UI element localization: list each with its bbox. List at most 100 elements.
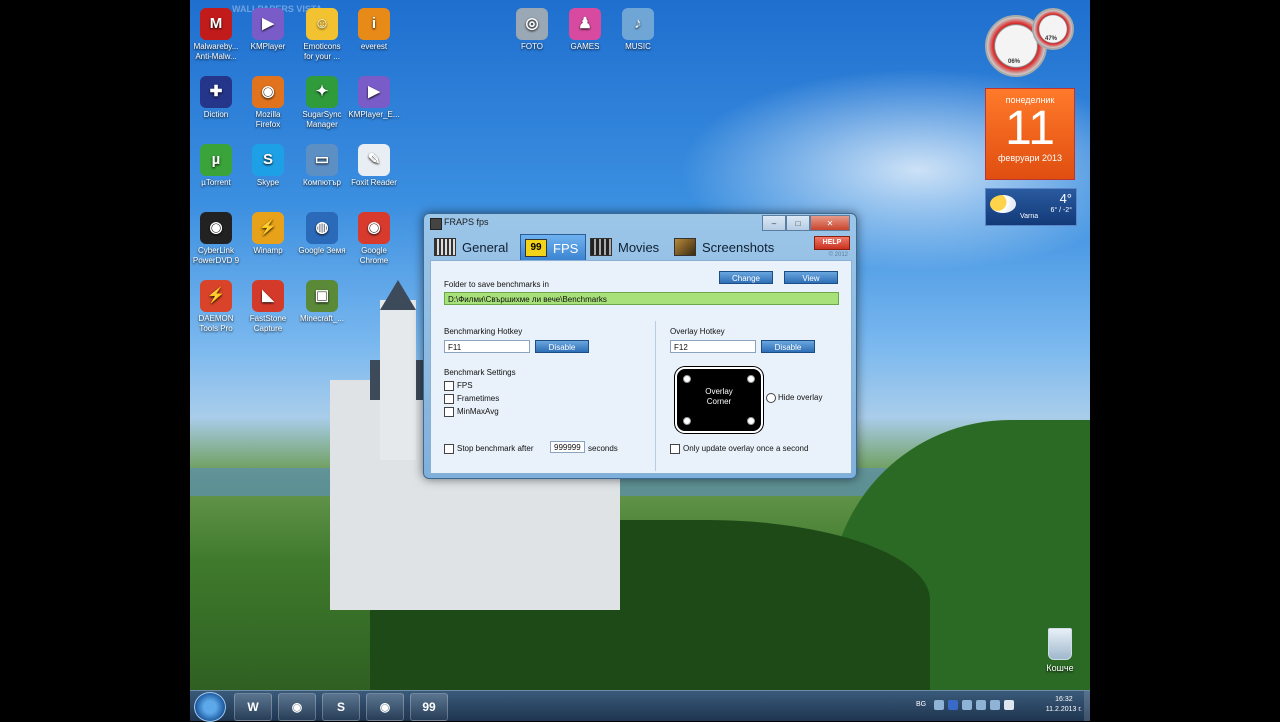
taskbar-app-button[interactable]: W xyxy=(234,693,272,721)
change-button[interactable]: Change xyxy=(719,271,773,284)
calendar-month: февруари 2013 xyxy=(997,153,1063,163)
taskbar-app-button[interactable]: ◉ xyxy=(278,693,316,721)
recycle-bin[interactable]: Кошче xyxy=(1040,628,1080,673)
desktop-icon-label: Foxit Reader xyxy=(351,178,397,187)
start-button[interactable] xyxy=(194,692,226,722)
folder-path-field[interactable]: D:\Филми\Свършихме ли вече\Benchmarks xyxy=(444,292,839,305)
view-button[interactable]: View xyxy=(784,271,838,284)
tab-screenshots-label: Screenshots xyxy=(702,239,775,255)
stop-after-checkbox[interactable] xyxy=(444,444,454,454)
desktop-icon-label: everest xyxy=(360,42,388,51)
desktop-icon-label: µTorrent xyxy=(201,178,231,187)
desktop-icon[interactable]: ◣ FastStone Capture xyxy=(240,280,296,334)
corner-top-left[interactable] xyxy=(683,375,691,383)
fraps-app-icon xyxy=(430,218,442,230)
camera-icon: ◎ xyxy=(516,8,548,40)
general-tab-icon xyxy=(434,238,456,256)
fps-checkbox[interactable] xyxy=(444,381,454,391)
ram-meter-gadget[interactable]: 47% xyxy=(1032,8,1074,50)
desktop-icon-label: FastStone Capture xyxy=(249,314,287,333)
emoticon-icon: ☺ xyxy=(306,8,338,40)
malwarebytes-icon: M xyxy=(200,8,232,40)
desktop-icon[interactable]: ✎ Foxit Reader xyxy=(346,144,402,188)
clock-time: 16:32 xyxy=(1055,696,1073,703)
help-button[interactable]: HELP xyxy=(814,236,850,250)
word-icon: W xyxy=(247,700,259,714)
desktop-icon[interactable]: ☺ Emoticons for your ... xyxy=(294,8,350,62)
overlay-disable-button[interactable]: Disable xyxy=(761,340,815,353)
stop-after-field[interactable]: 999999 xyxy=(550,441,585,453)
tray-bluetooth-icon[interactable] xyxy=(934,700,944,710)
desktop-icon[interactable]: ✦ SugarSync Manager xyxy=(294,76,350,130)
tray-misc-icon[interactable] xyxy=(1004,700,1014,710)
taskbar-app-button[interactable]: 99 xyxy=(410,693,448,721)
bench-disable-button[interactable]: Disable xyxy=(535,340,589,353)
desktop-icon[interactable]: ♪ MUSIC xyxy=(610,8,666,52)
corner-bottom-right[interactable] xyxy=(747,417,755,425)
desktop-icon[interactable]: ◉ Google Chrome xyxy=(346,212,402,266)
tab-fps[interactable]: 99 FPS xyxy=(520,234,586,261)
skype-icon: S xyxy=(336,700,345,714)
desktop-icon[interactable]: ▶ KMPlayer_E... xyxy=(346,76,402,120)
desktop-icon[interactable]: ◉ CyberLink PowerDVD 9 xyxy=(188,212,244,266)
minimize-button[interactable]: – xyxy=(762,215,786,231)
weather-gadget[interactable]: 4° 6° / -2° Varna xyxy=(985,188,1077,226)
window-titlebar[interactable]: FRAPS fps – □ ✕ xyxy=(424,214,856,232)
hide-overlay-label: Hide overlay xyxy=(778,393,823,402)
desktop-icon[interactable]: ◎ FOTO xyxy=(504,8,560,52)
kmplayer-icon: ▶ xyxy=(252,8,284,40)
desktop-icon[interactable]: ✚ Diction xyxy=(188,76,244,120)
music-icon: ♪ xyxy=(622,8,654,40)
copyright-text: © 2012 xyxy=(828,252,848,258)
show-desktop-button[interactable] xyxy=(1084,691,1090,721)
weather-partly-cloudy-icon xyxy=(990,195,1016,213)
daemon-tools-icon: ⚡ xyxy=(200,280,232,312)
tab-movies[interactable]: Movies xyxy=(586,234,670,260)
desktop-icon-label: Google Земя xyxy=(298,246,346,255)
maximize-button[interactable]: □ xyxy=(786,215,810,231)
corner-bottom-left[interactable] xyxy=(683,417,691,425)
desktop-icon[interactable]: M Malwareby... Anti-Malw... xyxy=(188,8,244,62)
tab-screenshots[interactable]: Screenshots xyxy=(670,234,784,260)
overlay-hotkey-field[interactable]: F12 xyxy=(670,340,756,353)
desktop-icon-label: Skype xyxy=(256,178,280,187)
tab-general[interactable]: General xyxy=(430,234,524,260)
clock[interactable]: 16:32 11.2.2013 г. xyxy=(1046,695,1082,715)
desktop-icon[interactable]: i everest xyxy=(346,8,402,52)
desktop-icon[interactable]: ♟ GAMES xyxy=(557,8,613,52)
ram-meter-value: 47% xyxy=(1045,36,1058,42)
computer-icon: ▭ xyxy=(306,144,338,176)
minmaxavg-checkbox[interactable] xyxy=(444,407,454,417)
tray-network-icon[interactable] xyxy=(976,700,986,710)
taskbar-app-button[interactable]: ◉ xyxy=(366,693,404,721)
desktop-icon-label: KMPlayer_E... xyxy=(348,110,400,119)
desktop-icon[interactable]: ◉ Mozilla Firefox xyxy=(240,76,296,130)
update-overlay-checkbox[interactable] xyxy=(670,444,680,454)
calendar-gadget[interactable]: понеделник 11 февруари 2013 xyxy=(985,88,1075,180)
hide-overlay-radio[interactable] xyxy=(766,393,776,403)
desktop-icon[interactable]: ⚡ Winamp xyxy=(240,212,296,256)
language-indicator[interactable]: BG xyxy=(916,701,926,708)
desktop-icon[interactable]: ◍ Google Земя xyxy=(294,212,350,256)
tray-volume-icon[interactable] xyxy=(990,700,1000,710)
close-button[interactable]: ✕ xyxy=(810,215,850,231)
desktop-icon[interactable]: ⚡ DAEMON Tools Pro xyxy=(188,280,244,334)
cpu-meter-value: 06% xyxy=(1008,59,1021,65)
desktop-icon[interactable]: ▭ Компютър xyxy=(294,144,350,188)
clock-date: 11.2.2013 г. xyxy=(1045,706,1082,713)
frametimes-checkbox-label: Frametimes xyxy=(457,394,500,403)
desktop-icon-label: GAMES xyxy=(570,42,600,51)
fraps-window: FRAPS fps – □ ✕ General 99 FPS Movies Sc… xyxy=(423,213,857,479)
taskbar-app-button[interactable]: S xyxy=(322,693,360,721)
desktop-icon-label: Diction xyxy=(203,110,229,119)
desktop-icon[interactable]: S Skype xyxy=(240,144,296,188)
frametimes-checkbox[interactable] xyxy=(444,394,454,404)
tray-flag-icon[interactable] xyxy=(962,700,972,710)
overlay-corner-selector[interactable]: Overlay Corner xyxy=(675,367,763,433)
tray-help-icon[interactable] xyxy=(948,700,958,710)
bench-hotkey-field[interactable]: F11 xyxy=(444,340,530,353)
corner-top-right[interactable] xyxy=(747,375,755,383)
desktop-icon[interactable]: µ µTorrent xyxy=(188,144,244,188)
desktop-icon[interactable]: ▣ Minecraft_... xyxy=(294,280,350,324)
desktop-icon[interactable]: ▶ KMPlayer xyxy=(240,8,296,52)
